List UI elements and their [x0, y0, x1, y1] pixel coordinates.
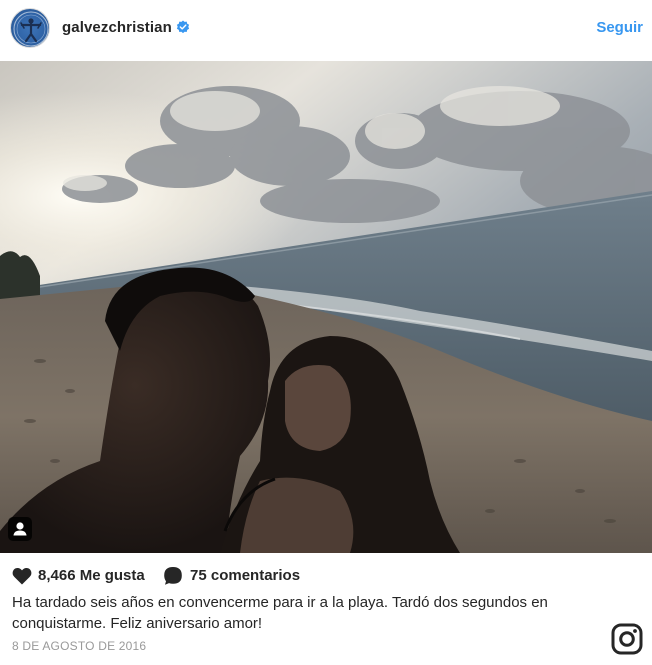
verified-badge-icon	[176, 20, 190, 34]
instagram-icon[interactable]	[611, 623, 643, 655]
user-tag-icon[interactable]	[8, 517, 32, 541]
heart-icon[interactable]	[12, 567, 32, 585]
likes-count[interactable]: 8,466 Me gusta	[38, 567, 145, 584]
avatar[interactable]	[10, 8, 50, 48]
post-photo[interactable]	[0, 61, 652, 553]
comments-count[interactable]: 75 comentarios	[190, 567, 300, 584]
post-header: galvezchristian Seguir	[0, 0, 652, 60]
username[interactable]: galvezchristian	[62, 19, 172, 36]
follow-button[interactable]: Seguir	[596, 19, 643, 36]
post-date[interactable]: 8 DE AGOSTO DE 2016	[12, 639, 146, 653]
comment-bubble-icon[interactable]	[163, 566, 183, 586]
avatar-figure-icon	[13, 11, 49, 47]
post-caption: Ha tardado seis años en convencerme para…	[12, 594, 548, 632]
post-stats: 8,466 Me gusta 75 comentarios	[0, 563, 652, 589]
beach-kiss-photo	[0, 61, 652, 553]
